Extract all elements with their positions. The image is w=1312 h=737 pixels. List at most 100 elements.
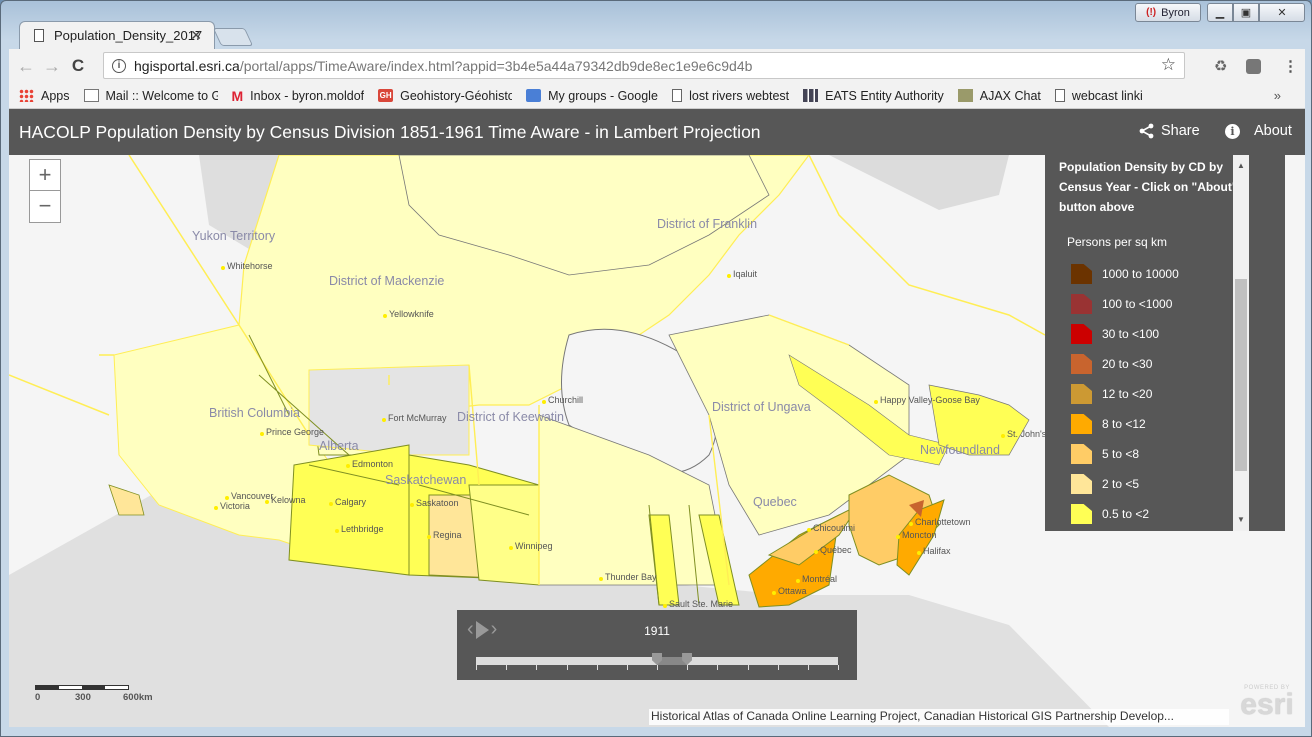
bookmark-mail[interactable]: Mail :: Welcome to Gi — [83, 88, 218, 103]
zoom-out-button[interactable]: − — [30, 191, 60, 222]
gh-icon: GH — [378, 89, 394, 102]
share-button[interactable]: Share — [1139, 123, 1200, 139]
about-button[interactable]: i About — [1225, 123, 1292, 139]
legend-item: 30 to <100 — [1071, 319, 1179, 349]
app-title: HACOLP Population Density by Census Divi… — [19, 121, 761, 142]
profile-icon: (!) — [1146, 7, 1157, 18]
city-label: Regina — [427, 530, 462, 540]
time-slider-tick — [476, 665, 477, 670]
scroll-thumb[interactable] — [1235, 279, 1247, 471]
bookmark-inbox[interactable]: M Inbox - byron.moldof — [232, 88, 365, 104]
map-view[interactable]: + − Yukon Territory District of Mackenzi… — [9, 155, 1305, 727]
legend-item-label: 1000 to 10000 — [1102, 267, 1179, 281]
tab-title: Population_Density_2017 — [54, 28, 203, 43]
eats-icon — [803, 89, 819, 102]
profile-button[interactable]: (!) Byron — [1135, 3, 1201, 22]
address-bar[interactable]: i hgisportal.esri.ca/portal/apps/TimeAwa… — [103, 52, 1185, 79]
bookmark-apps[interactable]: Apps — [19, 89, 70, 103]
city-label: Happy Valley-Goose Bay — [874, 395, 980, 405]
legend-item-label: 100 to <1000 — [1102, 297, 1173, 311]
legend-items: 1000 to 10000 100 to <1000 30 to <100 20 to… — [1071, 259, 1179, 529]
bookmark-eats[interactable]: EATS Entity Authority — [803, 89, 944, 103]
city-label: Victoria — [214, 501, 250, 511]
time-slider-tick — [747, 665, 749, 670]
tab-close-icon[interactable]: ✕ — [190, 27, 202, 44]
city-label: St. John's — [1000, 429, 1047, 439]
forward-button[interactable]: → — [39, 56, 65, 77]
bookmark-geohistory[interactable]: GH Geohistory-Géohistoi — [378, 89, 512, 103]
time-slider-tick — [777, 665, 779, 670]
legend-swatch — [1071, 504, 1092, 524]
info-icon[interactable]: i — [112, 58, 126, 73]
time-slider-tick — [687, 665, 689, 670]
scale-bar: 0 300 600km — [35, 685, 153, 703]
map-attribution[interactable]: Historical Atlas of Canada Online Learni… — [649, 709, 1229, 725]
bookmark-star-icon[interactable]: ☆ — [1161, 55, 1176, 75]
legend-swatch — [1071, 324, 1092, 344]
bookmark-lost-rivers[interactable]: lost rivers webtest — [672, 89, 789, 103]
scroll-down-icon[interactable]: ▼ — [1237, 515, 1245, 524]
city-label: Sault Ste. Marie — [662, 599, 734, 609]
time-slider-tick — [807, 665, 809, 670]
region-label: District of Ungava — [712, 400, 811, 414]
legend-item-label: 2 to <5 — [1102, 477, 1140, 491]
time-slider-tick — [566, 665, 568, 670]
legend-title: Population Density by CD by Census Year … — [1059, 160, 1238, 214]
minimize-button[interactable]: ▁ — [1207, 3, 1233, 22]
info-icon: i — [1225, 123, 1240, 139]
greenland-landmass — [829, 155, 1009, 210]
page-icon — [1054, 89, 1065, 102]
profile-name: Byron — [1161, 6, 1190, 19]
legend-scrollbar[interactable]: ▲ ▼ — [1233, 155, 1249, 531]
page-icon — [34, 29, 44, 42]
legend-item: 20 to <30 — [1071, 349, 1179, 379]
browser-toolbar: ← → C i hgisportal.esri.ca/portal/apps/T… — [9, 49, 1305, 83]
time-slider-panel: ‹ › 1911 — [457, 610, 857, 680]
legend-swatch — [1071, 414, 1092, 434]
gmail-icon: M — [231, 87, 244, 104]
reload-button[interactable]: C — [65, 56, 91, 76]
current-year: 1911 — [644, 624, 670, 638]
browser-tab[interactable]: Population_Density_2017 ✕ — [19, 21, 215, 49]
legend-item-label: 20 to <30 — [1102, 357, 1153, 371]
legend-item: 1000 to 10000 — [1071, 259, 1179, 289]
maximize-button[interactable]: ▣ — [1233, 3, 1259, 22]
extension-icon[interactable] — [1246, 59, 1261, 74]
region-label: Yukon Territory — [192, 229, 276, 243]
bookmark-my-groups[interactable]: My groups - Google ( — [526, 89, 658, 103]
more-bookmarks-button[interactable]: » — [1274, 88, 1281, 103]
scroll-up-icon[interactable]: ▲ — [1237, 161, 1245, 170]
zoom-in-button[interactable]: + — [30, 160, 60, 191]
time-slider-tick — [626, 665, 628, 670]
time-slider-tick — [838, 665, 839, 670]
bookmark-label: Mail :: Welcome to Gi — [105, 88, 218, 103]
scale-label: 0 — [35, 692, 41, 703]
esri-logo[interactable]: POWERED BY esri — [1237, 685, 1297, 725]
city-label: Chicoutimi — [806, 523, 856, 533]
scale-label: 300 — [75, 692, 91, 703]
scale-label: 600km — [123, 692, 153, 703]
legend-item-label: 30 to <100 — [1102, 327, 1160, 341]
city-label: Halifax — [917, 546, 951, 556]
legend-swatch — [1071, 474, 1092, 494]
legend-item-label: 8 to <12 — [1102, 417, 1146, 431]
region-label: Saskatchewan — [385, 473, 467, 487]
recycle-extension-icon[interactable]: ♻ — [1214, 57, 1227, 75]
close-window-button[interactable]: ✕ — [1259, 3, 1305, 22]
bookmark-label: Apps — [41, 88, 70, 103]
time-slider-track[interactable] — [476, 653, 839, 670]
legend-swatch — [1071, 264, 1092, 284]
new-tab-button[interactable] — [212, 28, 254, 46]
menu-dots-icon[interactable]: ⋮ — [1283, 57, 1298, 75]
bookmark-ajax-chat[interactable]: AJAX Chat — [957, 89, 1041, 103]
time-slider-tick — [536, 665, 538, 670]
legend-item: 12 to <20 — [1071, 379, 1179, 409]
legend-item-label: 0.5 to <2 — [1102, 507, 1150, 521]
back-button[interactable]: ← — [13, 56, 39, 77]
bookmark-webcast[interactable]: webcast linki — [1054, 89, 1143, 103]
city-label: Edmonton — [345, 459, 394, 469]
time-slider-tick — [657, 665, 658, 670]
city-label: Churchill — [541, 395, 584, 405]
city-label: Lethbridge — [335, 524, 384, 534]
city-label: Winnipeg — [509, 541, 553, 551]
